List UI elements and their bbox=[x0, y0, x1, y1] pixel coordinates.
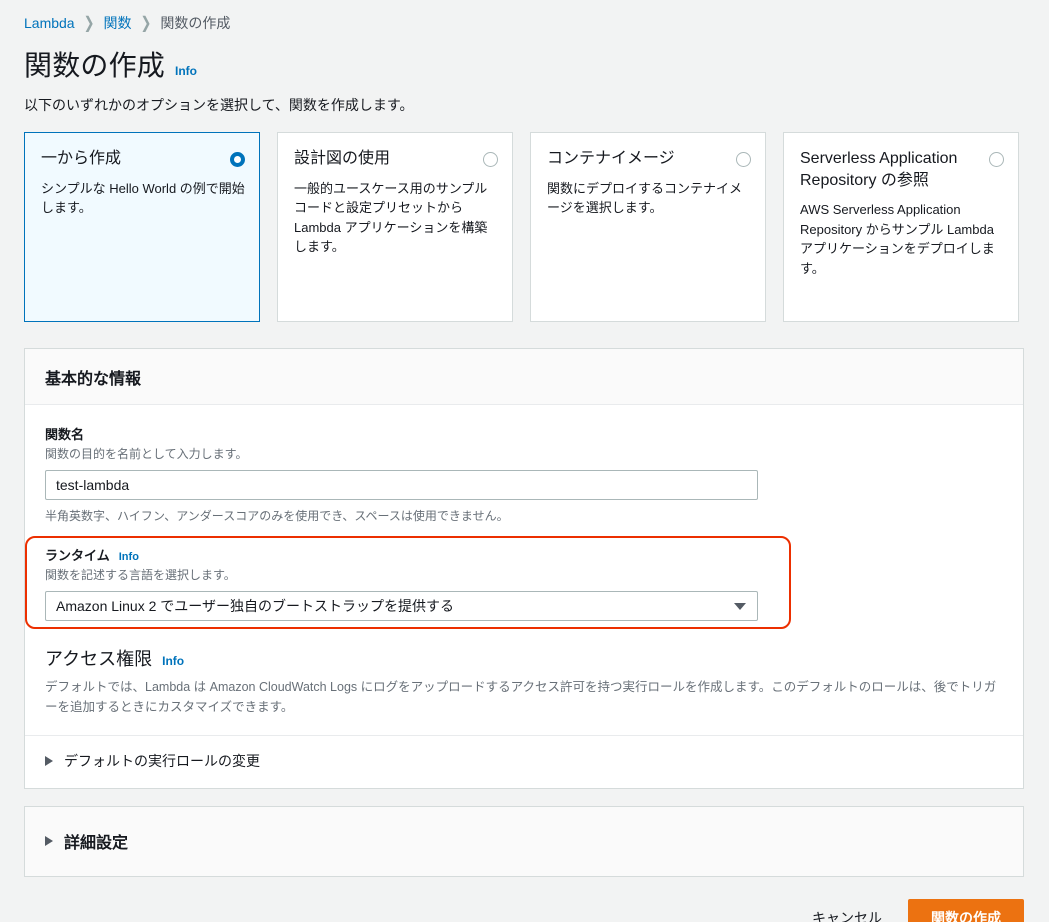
option-card-title: 設計図の使用 bbox=[294, 150, 391, 167]
panel-header: 基本的な情報 bbox=[25, 349, 1023, 405]
radio-button-icon-selected[interactable] bbox=[230, 152, 245, 167]
function-name-label: 関数名 bbox=[45, 427, 85, 442]
chevron-right-icon bbox=[45, 756, 53, 766]
basic-information-panel: 基本的な情報 関数名 関数の目的を名前として入力します。 半角英数字、ハイフン、… bbox=[24, 348, 1024, 789]
option-card-use-blueprint[interactable]: 設計図の使用 一般的ユースケース用のサンプルコードと設定プリセットから Lamb… bbox=[277, 132, 513, 322]
form-actions: キャンセル 関数の作成 bbox=[0, 877, 1049, 922]
chevron-down-icon[interactable] bbox=[734, 603, 746, 610]
chevron-right-icon bbox=[45, 836, 53, 846]
breadcrumb-separator-icon: ❯ bbox=[83, 12, 95, 32]
option-card-description: 関数にデプロイするコンテナイメージを選択します。 bbox=[547, 180, 743, 216]
option-card-title: Serverless Application Repository の参照 bbox=[800, 150, 958, 189]
radio-button-icon[interactable] bbox=[736, 152, 751, 167]
breadcrumb-item-functions[interactable]: 関数 bbox=[104, 13, 132, 33]
permissions-heading-text: アクセス権限 bbox=[45, 649, 153, 669]
runtime-select[interactable]: Amazon Linux 2 でユーザー独自のブートストラップを提供する bbox=[45, 591, 758, 621]
breadcrumb-item-lambda[interactable]: Lambda bbox=[24, 15, 75, 31]
page-info-link[interactable]: Info bbox=[175, 64, 197, 78]
function-name-hint: 半角英数字、ハイフン、アンダースコアのみを使用でき、スペースは使用できません。 bbox=[45, 509, 509, 523]
option-card-title: 一から作成 bbox=[41, 150, 122, 167]
option-card-description: 一般的ユースケース用のサンプルコードと設定プリセットから Lambda アプリケ… bbox=[294, 180, 488, 255]
permissions-info-link[interactable]: Info bbox=[162, 654, 184, 668]
option-card-description: シンプルな Hello World の例で開始します。 bbox=[41, 180, 245, 216]
option-card-description: AWS Serverless Application Repository から… bbox=[800, 202, 995, 276]
runtime-info-link[interactable]: Info bbox=[119, 551, 139, 563]
change-default-execution-role-label: デフォルトの実行ロールの変更 bbox=[64, 753, 260, 769]
advanced-settings-label: 詳細設定 bbox=[64, 835, 129, 852]
option-card-container-image[interactable]: コンテナイメージ 関数にデプロイするコンテナイメージを選択します。 bbox=[530, 132, 766, 322]
option-card-title: コンテナイメージ bbox=[547, 150, 675, 167]
function-name-input[interactable] bbox=[45, 470, 758, 500]
function-name-field-group: 関数名 関数の目的を名前として入力します。 半角英数字、ハイフン、アンダースコア… bbox=[45, 424, 1003, 524]
page-subtitle: 以下のいずれかのオプションを選択して、関数を作成します。 bbox=[24, 97, 414, 113]
radio-button-icon[interactable] bbox=[989, 152, 1004, 167]
permissions-description: デフォルトでは、Lambda は Amazon CloudWatch Logs … bbox=[45, 680, 997, 714]
option-card-author-from-scratch[interactable]: 一から作成 シンプルな Hello World の例で開始します。 bbox=[24, 132, 260, 322]
permissions-heading: アクセス権限 Info bbox=[45, 645, 1003, 671]
breadcrumb-separator-icon: ❯ bbox=[140, 12, 152, 32]
creation-option-cards: 一から作成 シンプルな Hello World の例で開始します。 設計図の使用… bbox=[0, 115, 1049, 322]
cancel-button[interactable]: キャンセル bbox=[808, 902, 886, 922]
function-name-description: 関数の目的を名前として入力します。 bbox=[45, 447, 248, 461]
panel-heading: 基本的な情報 bbox=[45, 371, 142, 388]
create-function-button[interactable]: 関数の作成 bbox=[908, 899, 1024, 922]
page-header: 関数の作成 Info 以下のいずれかのオプションを選択して、関数を作成します。 bbox=[0, 34, 1049, 115]
radio-button-icon[interactable] bbox=[483, 152, 498, 167]
runtime-description: 関数を記述する言語を選択します。 bbox=[45, 568, 236, 582]
permissions-section: アクセス権限 Info デフォルトでは、Lambda は Amazon Clou… bbox=[45, 645, 1003, 717]
option-card-serverless-app-repository[interactable]: Serverless Application Repository の参照 AW… bbox=[783, 132, 1019, 322]
breadcrumb: Lambda ❯ 関数 ❯ 関数の作成 bbox=[0, 0, 1049, 34]
runtime-label: ランタイム Info bbox=[45, 545, 1003, 564]
breadcrumb-item-create-function: 関数の作成 bbox=[160, 14, 231, 31]
runtime-label-text: ランタイム bbox=[45, 548, 110, 563]
advanced-settings-panel[interactable]: 詳細設定 bbox=[24, 806, 1024, 877]
advanced-settings-expander[interactable]: 詳細設定 bbox=[45, 807, 1003, 876]
runtime-field-group: ランタイム Info 関数を記述する言語を選択します。 Amazon Linux… bbox=[25, 536, 1003, 633]
page-title: 関数の作成 bbox=[24, 50, 166, 81]
change-default-execution-role-expander[interactable]: デフォルトの実行ロールの変更 bbox=[45, 736, 1003, 788]
